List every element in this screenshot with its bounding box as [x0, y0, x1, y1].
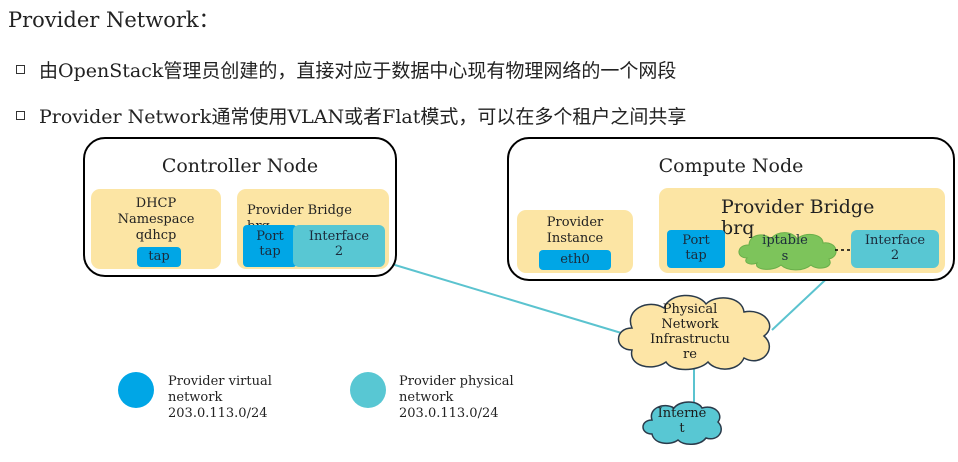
compute-port-tap: Port tap [667, 230, 725, 268]
provider-instance-label: Provider Instance [546, 215, 604, 246]
bullet-2: Provider Network通常使用VLAN或者Flat模式，可以在多个租户… [16, 102, 686, 129]
dhcp-namespace-label: DHCP Namespace qdhcp [117, 196, 195, 243]
legend-virtual-label: Provider virtual network 203.0.113.0/24 [168, 374, 272, 421]
dhcp-namespace-box: DHCP Namespace qdhcp tap [91, 189, 221, 269]
bullet-square-icon [16, 111, 25, 120]
legend-physical-dot [350, 372, 386, 408]
controller-interface-2: Interface 2 [293, 225, 385, 267]
bullet-square-icon [16, 65, 25, 74]
compute-interface-2: Interface 2 [851, 230, 939, 268]
compute-node: Compute Node Provider Instance eth0 Prov… [507, 137, 955, 281]
iptables-label: iptable s [762, 233, 808, 264]
controller-provider-bridge: Provider Bridge brq Port tap Interface 2 [237, 189, 389, 269]
provider-instance-box: Provider Instance eth0 [517, 210, 633, 273]
controller-node-title: Controller Node [161, 155, 319, 177]
bullet-1-text: 由OpenStack管理员创建的，直接对应于数据中心现有物理网络的一个网段 [39, 60, 677, 82]
dhcp-tap: tap [137, 247, 181, 267]
controller-node: Controller Node DHCP Namespace qdhcp tap… [83, 137, 397, 277]
instance-eth0: eth0 [539, 250, 611, 270]
bullet-2-text: Provider Network通常使用VLAN或者Flat模式，可以在多个租户… [39, 106, 687, 128]
legend-virtual-dot [118, 372, 154, 408]
controller-port-tap: Port tap [243, 225, 297, 267]
internet-label: Interne t [657, 406, 707, 436]
compute-provider-bridge: Provider Bridge brq Port tap iptable s I… [659, 188, 945, 273]
bullet-1: 由OpenStack管理员创建的，直接对应于数据中心现有物理网络的一个网段 [16, 56, 676, 83]
physical-network-label: Physical Network Infrastructu re [650, 302, 730, 362]
legend-physical-label: Provider physical network 203.0.113.0/24 [399, 374, 514, 421]
compute-node-title: Compute Node [658, 155, 804, 177]
page-title: Provider Network： [8, 8, 220, 32]
